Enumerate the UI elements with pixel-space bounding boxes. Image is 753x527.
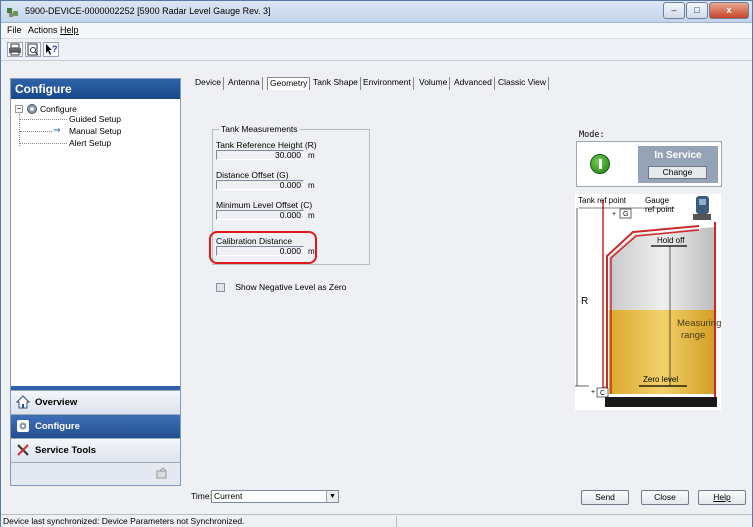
nav-options-icon[interactable] [155,467,169,481]
tab-tank-shape[interactable]: Tank Shape [311,77,361,90]
minimum-level-offset-field[interactable]: 0.000 [216,210,304,220]
tree-connector [20,131,52,132]
status-text: Device last synchronized: Device Paramet… [3,516,245,526]
group-title: Tank Measurements [219,124,300,134]
status-separator [396,516,397,527]
tree-root-configure[interactable]: Configure [40,104,77,114]
tree-connector [20,143,67,144]
mode-label: Mode: [579,130,605,140]
configure-icon [17,420,29,432]
tank-ref-point-label: Tank ref point [578,196,627,205]
tank-geometry-diagram: Tank ref point Gauge ref point + G Hold … [575,194,721,410]
tank-reference-height-label: Tank Reference Height (R) [216,140,317,150]
menu-file[interactable]: File [7,25,22,35]
tab-classic-view[interactable]: Classic View [496,77,550,90]
minimum-level-offset-unit: m [308,211,315,220]
show-negative-level-label: Show Negative Level as Zero [235,282,347,292]
nav-configure-label: Configure [35,421,80,432]
tank-floor [605,397,717,407]
tank-reference-height-unit: m [308,151,315,160]
minimize-button[interactable]: – [663,2,685,19]
status-bar: Device last synchronized: Device Paramet… [1,514,752,527]
tools-icon [17,444,29,456]
nav-configure[interactable]: Configure [11,414,180,438]
tab-antenna[interactable]: Antenna [226,77,263,90]
g-label: G [623,211,628,218]
nav-footer [11,462,180,485]
radar-gauge-window [699,199,706,205]
title-bar: 5900-DEVICE-0000002252 [5900 Radar Level… [1,1,752,23]
gauge-flange [693,214,711,220]
menu-bar: File Actions Help [1,23,752,39]
measuring-label-1: Measuring [677,318,721,329]
sidebar: Configure − Configure Guided Setup ⇒ Man… [10,78,181,486]
help-button[interactable]: Help [698,490,746,505]
sidebar-header: Configure [11,79,180,99]
context-help-icon[interactable]: ? [43,42,59,57]
close-window-button[interactable]: x [709,2,749,19]
r-label: R [581,296,588,307]
tab-device[interactable]: Device [193,77,224,90]
tab-advanced[interactable]: Advanced [452,77,495,90]
mode-status: In Service [654,150,702,161]
close-button[interactable]: Close [641,490,689,505]
bottom-bar: Time: Current ▼ Send Close Help [187,486,750,508]
tank-reference-height-field[interactable]: 30.000 [216,150,304,160]
app-icon [7,8,18,17]
print-preview-icon[interactable] [25,42,41,57]
hold-off-label: Hold off [657,236,685,245]
distance-offset-unit: m [308,181,315,190]
tree-connector [20,119,67,120]
gauge-ref-point-label-1: Gauge [645,196,670,205]
svg-text:?: ? [52,44,58,54]
distance-offset-field[interactable]: 0.000 [216,180,304,190]
tree-item-manual-setup[interactable]: Manual Setup [69,126,121,136]
distance-offset-label: Distance Offset (G) [216,170,289,180]
measuring-label-2: range [681,330,705,341]
show-negative-level-checkbox[interactable] [216,283,225,293]
change-mode-button[interactable]: Change [648,166,707,179]
geometry-panel: Tank Measurements Tank Reference Height … [192,91,734,484]
chevron-down-icon[interactable]: ▼ [326,491,338,502]
tab-geometry[interactable]: Geometry [267,77,311,90]
plus-g-label: + [612,211,616,218]
menu-help[interactable]: Help [60,25,79,35]
arrow-right-icon: ⇒ [53,125,61,135]
power-on-icon [590,154,610,174]
time-label: Time: [191,491,212,501]
tree-collapse-toggle[interactable]: − [15,105,23,113]
window-title: 5900-DEVICE-0000002252 [5900 Radar Level… [25,6,271,16]
nav-overview-label: Overview [35,397,78,408]
time-select-value: Current [214,491,243,501]
tree-item-guided-setup[interactable]: Guided Setup [69,114,121,124]
nav-service-tools[interactable]: Service Tools [11,438,180,462]
calibration-distance-highlight [209,231,317,264]
gauge-ref-point-label-2: ref point [645,205,675,214]
gear-icon [27,104,37,114]
mode-status-box: In Service Change [638,146,718,183]
nav-overview[interactable]: Overview [11,390,180,414]
plus-c-label: + [591,389,595,396]
maximize-button[interactable]: □ [686,2,708,19]
time-select[interactable]: Current ▼ [211,490,339,503]
tab-environment[interactable]: Environment [361,77,414,90]
send-button[interactable]: Send [581,490,629,505]
nav-service-tools-label: Service Tools [35,445,97,456]
tree-item-alert-setup[interactable]: Alert Setup [69,138,111,148]
show-negative-level-row[interactable]: Show Negative Level as Zero [216,282,347,293]
home-icon [16,395,30,409]
zero-level-label: Zero level [643,375,678,384]
tank-diagram-svg: Tank ref point Gauge ref point + G Hold … [575,194,721,410]
main-pane: Device Antenna Geometry Tank Shape Envir… [187,72,750,505]
print-icon[interactable] [7,42,23,57]
toolbar: ? [1,39,752,61]
mode-panel: In Service Change [576,141,722,187]
application-window: 5900-DEVICE-0000002252 [5900 Radar Level… [0,0,753,527]
menu-actions[interactable]: Actions [28,25,58,35]
c-label: C [600,390,605,397]
minimum-level-offset-label: Minimum Level Offset (C) [216,200,313,210]
tab-volume[interactable]: Volume [417,77,451,90]
